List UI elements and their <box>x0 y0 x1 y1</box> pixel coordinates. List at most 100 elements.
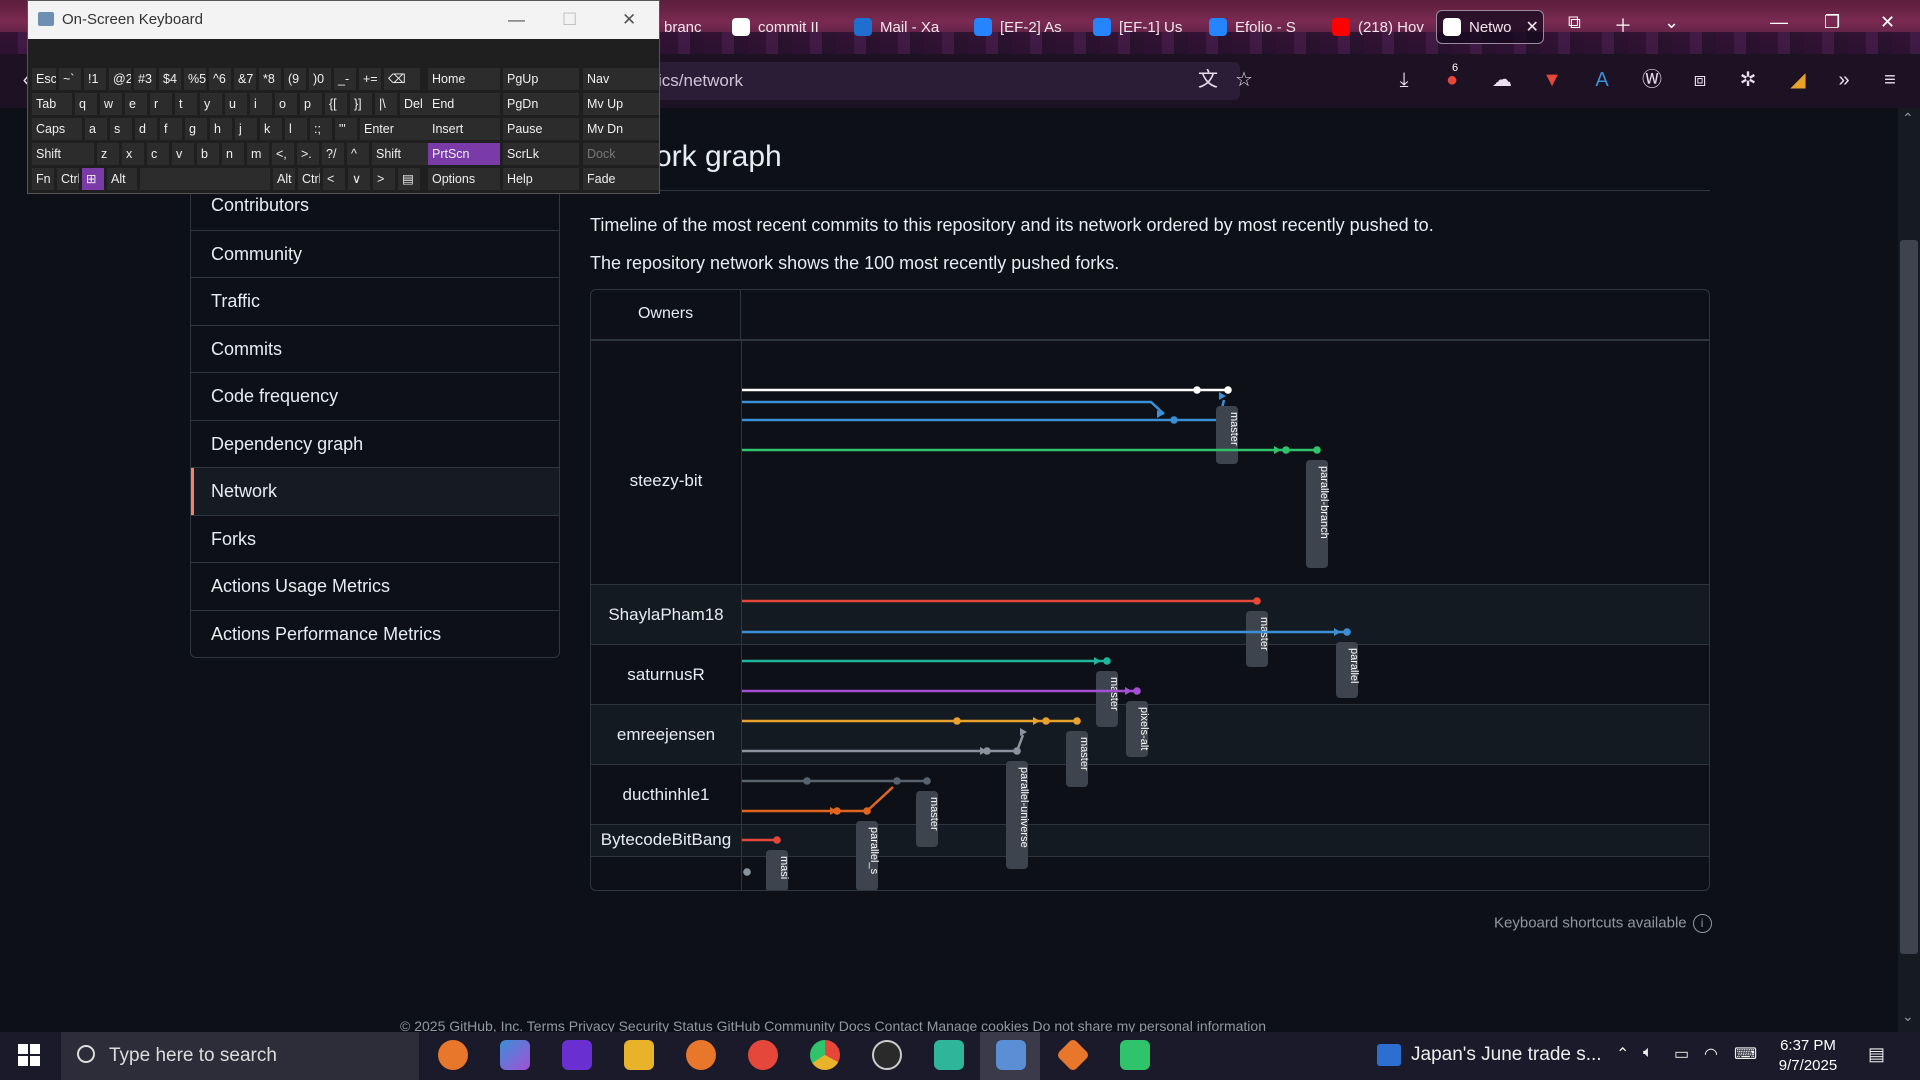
touch-keyboard-icon[interactable]: ⌨ <box>1734 1044 1757 1064</box>
extensions-puzzle-icon[interactable]: ⧈ <box>1688 68 1712 92</box>
osk-key[interactable]: @2 <box>109 68 131 90</box>
extension-flag-icon[interactable]: ◢ <box>1786 68 1810 92</box>
osk-key[interactable]: %5 <box>184 68 206 90</box>
branch-label[interactable]: parallel_s <box>856 821 880 891</box>
intellij-icon[interactable] <box>562 1040 592 1070</box>
browser-tab[interactable]: [EF-1] Us <box>1087 10 1199 44</box>
sidebar-item-actions-performance-metrics[interactable]: Actions Performance Metrics <box>191 609 559 658</box>
osk-key[interactable]: ^ <box>347 143 369 165</box>
osk-key-pgdn[interactable]: PgDn <box>503 93 579 115</box>
scroll-up-icon[interactable]: ⌃ <box>1902 110 1914 127</box>
browser-tab[interactable]: (218) Hov <box>1326 10 1426 44</box>
vpn-app-icon[interactable] <box>934 1040 964 1070</box>
osk-key[interactable]: b <box>197 143 219 165</box>
osk-key[interactable]: ⌫ <box>384 68 420 90</box>
osk-key[interactable]: d <box>135 118 157 140</box>
osk-key[interactable]: q <box>75 93 97 115</box>
on-screen-keyboard-app-icon[interactable] <box>996 1040 1026 1070</box>
branch-label[interactable]: parallel-branch <box>1306 460 1330 568</box>
maximize-icon[interactable]: ❐ <box>1824 12 1840 33</box>
osk-key[interactable] <box>140 168 270 190</box>
osk-key[interactable]: Ctrl <box>298 168 320 190</box>
extension-w-icon[interactable]: Ⓦ <box>1640 68 1664 92</box>
sidebar-item-dependency-graph[interactable]: Dependency graph <box>191 419 559 468</box>
network-graph[interactable]: Owners steezy-bit ShaylaPham18 saturnusR… <box>590 289 1710 891</box>
osk-key[interactable]: x <box>122 143 144 165</box>
osk-key-help[interactable]: Help <box>503 168 579 190</box>
osk-key[interactable]: o <box>275 93 297 115</box>
osk-key[interactable]: #3 <box>134 68 156 90</box>
taskbar-clock[interactable]: 6:37 PM 9/7/2025 <box>1768 1036 1848 1076</box>
osk-key-mv-up[interactable]: Mv Up <box>583 93 659 115</box>
osk-key[interactable]: t <box>175 93 197 115</box>
osk-key[interactable]: c <box>147 143 169 165</box>
osk-key[interactable]: ?/ <box>322 143 344 165</box>
osk-key[interactable]: j <box>235 118 257 140</box>
branch-label[interactable]: master <box>1066 731 1090 787</box>
branch-label[interactable]: parallel-universe <box>1006 761 1030 869</box>
osk-key[interactable]: r <box>150 93 172 115</box>
scroll-down-icon[interactable]: ⌄ <box>1902 1008 1914 1025</box>
osk-key[interactable]: p <box>300 93 322 115</box>
sidebar-item-commits[interactable]: Commits <box>191 324 559 373</box>
osk-key[interactable]: |\ <box>375 93 397 115</box>
osk-key[interactable]: v <box>172 143 194 165</box>
browser-tab[interactable]: Mail - Xa <box>848 10 960 44</box>
osk-close-icon[interactable]: ✕ <box>622 1 636 39</box>
osk-key[interactable]: s <box>110 118 132 140</box>
osk-key-insert[interactable]: Insert <box>428 118 500 140</box>
sidebar-item-community[interactable]: Community <box>191 229 559 278</box>
osk-key[interactable]: a <box>85 118 107 140</box>
notepad-app-icon[interactable] <box>1120 1040 1150 1070</box>
volume-icon[interactable]: 🔈︎ <box>1643 1044 1653 1062</box>
osk-key-home[interactable]: Home <box>428 68 500 90</box>
browser-tab[interactable]: Efolio - S <box>1203 10 1315 44</box>
osk-key[interactable]: ⊞ <box>82 168 104 190</box>
osk-key[interactable]: )0 <box>309 68 331 90</box>
new-tab-icon[interactable]: ＋ <box>1614 12 1632 38</box>
obs-icon[interactable] <box>872 1040 902 1070</box>
on-screen-keyboard-window[interactable]: On-Screen Keyboard — ☐ ✕ Esc ~` !1 @2 #3 $4 %5… <box>27 0 660 194</box>
osk-key[interactable]: *8 <box>259 68 281 90</box>
branch-label[interactable]: masi <box>766 850 790 891</box>
osk-key[interactable]: m <box>247 143 269 165</box>
osk-key-pgup[interactable]: PgUp <box>503 68 579 90</box>
osk-key[interactable]: w <box>100 93 122 115</box>
osk-key[interactable]: Shift <box>372 143 430 165</box>
osk-key[interactable]: <, <box>272 143 294 165</box>
osk-minimize-icon[interactable]: — <box>508 1 525 39</box>
copilot-icon[interactable] <box>500 1040 530 1070</box>
osk-key[interactable]: ~` <box>59 68 81 90</box>
download-icon[interactable]: ⤓ <box>1392 68 1416 92</box>
osk-key-end[interactable]: End <box>428 93 500 115</box>
osk-key[interactable]: f <box>160 118 182 140</box>
osk-key[interactable]: y <box>200 93 222 115</box>
branch-label[interactable]: master <box>1096 671 1120 727</box>
osk-key[interactable]: _- <box>334 68 356 90</box>
osk-key[interactable]: z <box>97 143 119 165</box>
osk-key[interactable]: ^6 <box>209 68 231 90</box>
sidebar-item-actions-usage-metrics[interactable]: Actions Usage Metrics <box>191 562 559 610</box>
osk-key-prtscn[interactable]: PrtScn <box>428 143 500 165</box>
wifi-icon[interactable]: ◠ <box>1704 1044 1718 1064</box>
osk-key[interactable]: :; <box>310 118 332 140</box>
osk-key[interactable]: Ctrl <box>57 168 79 190</box>
keyboard-shortcuts-note[interactable]: Keyboard shortcuts available i <box>1494 914 1712 933</box>
osk-key[interactable]: Caps <box>32 118 82 140</box>
start-windows-icon[interactable] <box>18 1044 40 1066</box>
extension-pocket-icon[interactable]: ▼ <box>1540 68 1564 92</box>
osk-key[interactable]: ∨ <box>348 168 370 190</box>
osk-key[interactable]: > <box>373 168 395 190</box>
osk-key[interactable]: Tab <box>32 93 72 115</box>
osk-key[interactable]: {[ <box>325 93 347 115</box>
sidebar-item-code-frequency[interactable]: Code frequency <box>191 372 559 420</box>
osk-key-nav[interactable]: Nav <box>583 68 659 90</box>
osk-key[interactable]: n <box>222 143 244 165</box>
extension-translate-icon[interactable]: A <box>1590 68 1614 92</box>
osk-key[interactable]: $4 <box>159 68 181 90</box>
extension-cloud-icon[interactable]: ☁ <box>1490 68 1514 92</box>
taskbar-search-input[interactable]: Type here to search <box>61 1032 419 1080</box>
branch-label[interactable]: master <box>1216 406 1240 464</box>
tray-chevron-icon[interactable]: ⌃ <box>1616 1044 1629 1064</box>
osk-key[interactable]: Alt <box>107 168 137 190</box>
